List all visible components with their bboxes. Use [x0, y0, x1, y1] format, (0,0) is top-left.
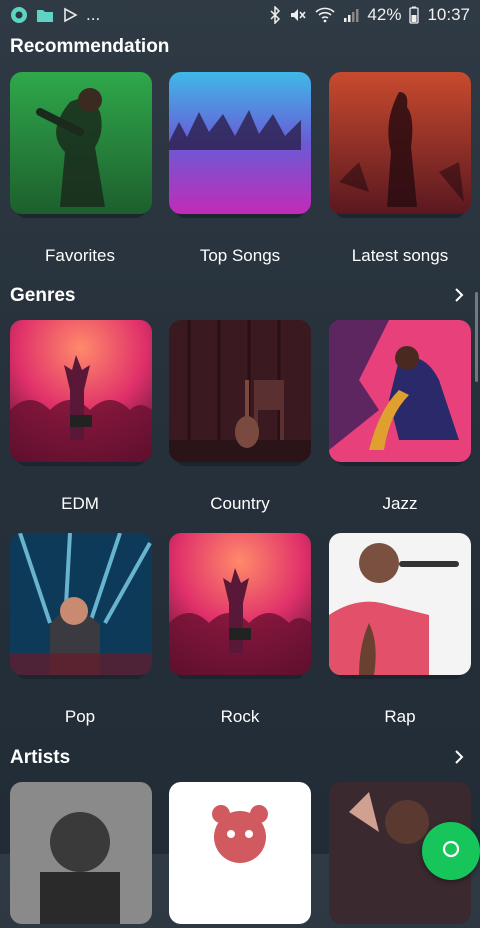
genre-card-pop[interactable] [10, 533, 152, 679]
rock-label: Rock [220, 707, 260, 726]
country-artwork [169, 320, 311, 462]
artists-title: Artists [10, 747, 71, 768]
edm-label: EDM [61, 494, 99, 513]
top-songs-label: Top Songs [199, 246, 281, 265]
genre-card-jazz[interactable] [329, 320, 471, 466]
recommendation-card-latest-songs[interactable] [329, 72, 471, 218]
artist-card-1[interactable] [10, 782, 152, 928]
recommendation-card-favorites[interactable] [10, 72, 152, 218]
folder-icon [36, 7, 54, 23]
rap-label: Rap [384, 707, 416, 726]
genre-card-edm[interactable] [10, 320, 152, 466]
recommendation-title: Recommendation [10, 36, 170, 57]
favorites-label: Favorites [45, 246, 115, 265]
app-notification-icon [10, 6, 28, 24]
more-notifications-indicator: ... [86, 5, 101, 24]
search-fab-button[interactable] [422, 822, 480, 880]
country-label: Country [210, 494, 270, 513]
edm-artwork [10, 320, 152, 462]
jazz-artwork [329, 320, 471, 462]
artists-chevron-right-icon[interactable] [450, 748, 468, 766]
pop-artwork [10, 533, 152, 675]
jazz-label: Jazz [382, 494, 418, 513]
artist-2-photo [169, 782, 311, 924]
genre-card-rap[interactable] [329, 533, 471, 679]
top-songs-artwork [169, 72, 311, 214]
wifi-icon [315, 7, 335, 23]
rock-artwork [169, 533, 311, 675]
rap-artwork [329, 533, 471, 675]
bluetooth-icon [269, 6, 281, 24]
latest-songs-artwork [329, 72, 471, 214]
favorites-artwork [10, 72, 152, 214]
signal-icon [343, 7, 359, 23]
genre-card-rock[interactable] [169, 533, 311, 679]
genres-title: Genres [10, 285, 76, 306]
genre-card-country[interactable] [169, 320, 311, 466]
pop-label: Pop [64, 707, 96, 726]
battery-percent: 42% [367, 5, 402, 24]
mute-icon [289, 6, 307, 24]
play-store-icon [62, 7, 78, 23]
status-bar: ... 42% 10:37 [0, 0, 480, 30]
search-icon [440, 838, 462, 865]
clock: 10:37 [427, 5, 470, 24]
battery-icon [409, 6, 420, 24]
scrollbar[interactable] [475, 292, 478, 382]
latest-songs-label: Latest songs [351, 246, 449, 265]
artist-card-2[interactable] [169, 782, 311, 928]
recommendation-card-top-songs[interactable] [169, 72, 311, 218]
artist-1-photo [10, 782, 152, 924]
genres-chevron-right-icon[interactable] [450, 286, 468, 304]
